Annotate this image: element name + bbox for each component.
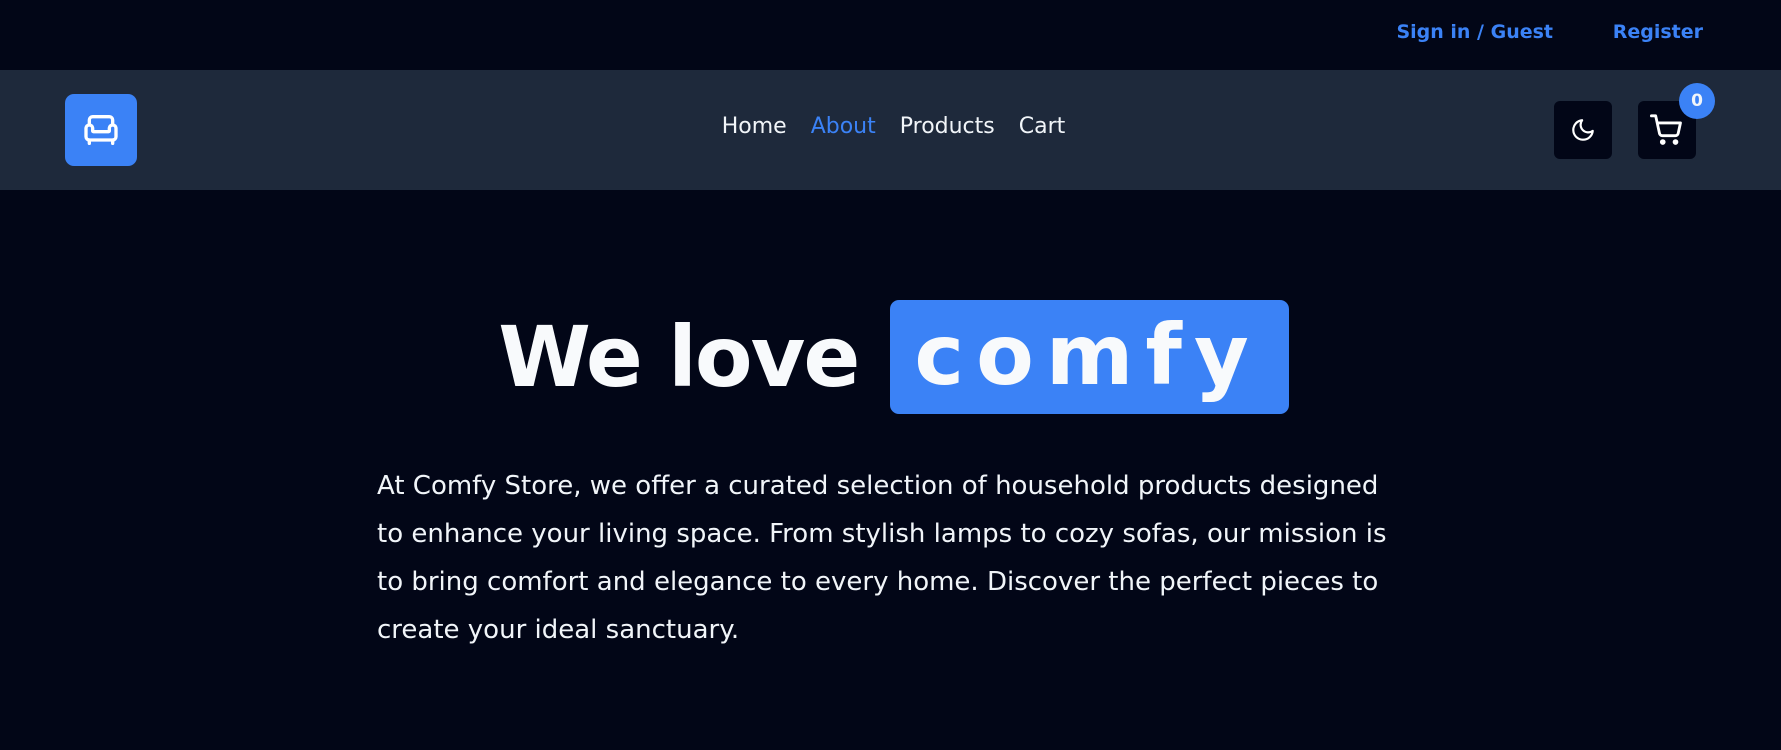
theme-toggle-button[interactable] xyxy=(1554,101,1612,159)
nav-link-products[interactable]: Products xyxy=(900,114,995,139)
sign-in-link[interactable]: Sign in / Guest xyxy=(1396,21,1553,43)
navbar: Home About Products Cart xyxy=(0,70,1781,190)
register-link[interactable]: Register xyxy=(1613,21,1703,43)
hero-description: At Comfy Store, we offer a curated selec… xyxy=(377,471,1387,645)
nav-link-home[interactable]: Home xyxy=(722,114,787,139)
main-nav-links: Home About Products Cart xyxy=(0,114,1781,139)
nav-link-about[interactable]: About xyxy=(811,114,876,139)
moon-icon xyxy=(1572,119,1594,141)
hero-title-highlight: comfy xyxy=(890,300,1289,414)
cart-count-badge: 0 xyxy=(1679,83,1715,119)
hero-title-lead: We love xyxy=(498,308,860,406)
cart-icon xyxy=(1650,114,1682,145)
nav-link-cart[interactable]: Cart xyxy=(1019,114,1066,139)
top-bar: Sign in / Guest Register xyxy=(0,0,1781,70)
hero-title: We love comfy xyxy=(0,300,1781,414)
